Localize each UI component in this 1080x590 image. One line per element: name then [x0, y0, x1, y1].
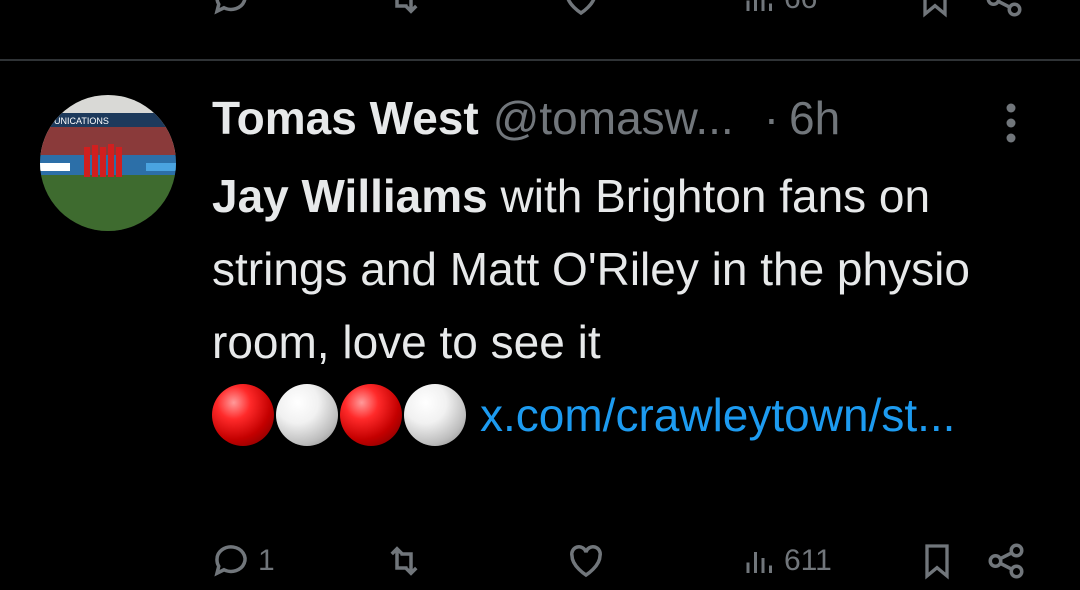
more-icon — [1000, 100, 1022, 146]
tweet-actions: 1 611 — [0, 540, 1080, 590]
tweet-divider — [0, 59, 1080, 61]
reply-icon — [210, 0, 252, 20]
share-button[interactable] — [985, 540, 1027, 582]
like-button[interactable] — [560, 0, 602, 20]
bookmark-icon — [915, 0, 955, 20]
share-icon — [985, 540, 1027, 582]
author-name[interactable]: Tomas West — [212, 91, 479, 145]
repost-icon — [383, 540, 425, 582]
repost-button[interactable] — [383, 540, 425, 582]
tweet-header: Tomas West @tomasw... · 6h — [212, 90, 840, 146]
views-button[interactable]: 611 — [742, 540, 832, 582]
previous-tweet-actions: 66 — [0, 0, 1080, 28]
avatar[interactable]: UNICATIONS — [40, 95, 176, 231]
bookmark-button[interactable] — [917, 540, 957, 582]
views-count: 66 — [784, 0, 817, 14]
white-ball-emoji — [404, 383, 466, 446]
reply-icon — [210, 540, 252, 582]
avatar-banner-text: UNICATIONS — [54, 116, 109, 126]
tweet-link[interactable]: x.com/crawleytown/st... — [480, 389, 955, 441]
white-ball-emoji — [276, 383, 338, 446]
emoji-balls — [212, 383, 466, 446]
share-icon — [983, 0, 1025, 20]
views-icon — [742, 540, 778, 582]
tweet-text: Jay Williams with Brighton fans on strin… — [212, 160, 1032, 452]
repost-button[interactable] — [383, 0, 425, 20]
timestamp[interactable]: 6h — [789, 91, 840, 145]
more-options-button[interactable] — [1000, 100, 1022, 146]
red-ball-emoji — [340, 383, 402, 446]
reply-button[interactable] — [210, 0, 252, 20]
reply-button[interactable]: 1 — [210, 540, 275, 582]
views-icon — [742, 0, 778, 20]
author-handle[interactable]: @tomasw... — [493, 91, 734, 145]
separator: · — [763, 92, 780, 144]
views-count: 611 — [784, 544, 832, 577]
like-icon — [565, 540, 607, 582]
bookmark-button[interactable] — [915, 0, 955, 20]
reply-count: 1 — [258, 544, 275, 577]
views-button[interactable]: 66 — [742, 0, 817, 20]
like-button[interactable] — [565, 540, 607, 582]
tweet-text-bold: Jay Williams — [212, 170, 488, 222]
red-ball-emoji — [212, 383, 274, 446]
bookmark-icon — [917, 540, 957, 582]
share-button[interactable] — [983, 0, 1025, 20]
like-icon — [560, 0, 602, 20]
avatar-image: UNICATIONS — [40, 95, 176, 231]
repost-icon — [383, 0, 425, 20]
